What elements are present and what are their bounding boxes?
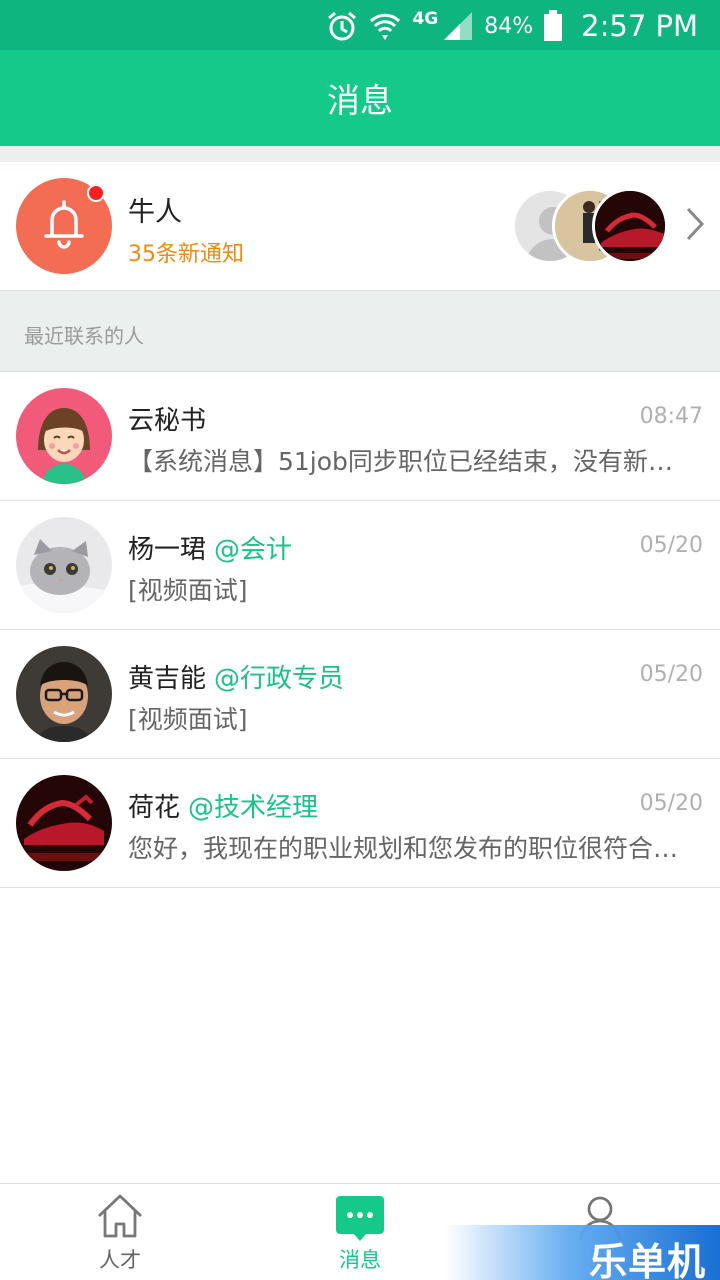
status-bar: 4G 84% 2:57 PM (0, 0, 720, 50)
section-label: 最近联系的人 (24, 324, 144, 348)
message-preview: [视频面试] (128, 576, 248, 605)
avatar (16, 517, 112, 613)
contact-name: 黄吉能 (128, 664, 207, 694)
tab-label: 人才 (99, 1248, 141, 1272)
contact-name: 杨一珺 (128, 535, 207, 565)
chat-list-item[interactable]: 杨一珺 @会计 05/20 [视频面试] (0, 501, 720, 630)
notification-title: 牛人 (128, 197, 182, 228)
contact-tag: @会计 (214, 535, 293, 565)
notification-count: 35条新通知 (128, 242, 244, 267)
message-time: 05/20 (639, 662, 703, 687)
message-time: 08:47 (639, 404, 703, 429)
tab-label: 消息 (339, 1248, 381, 1272)
message-preview: 您好，我现在的职业规划和您发布的职位很符合，希望能进一步沟通 (128, 834, 688, 863)
battery-icon (543, 10, 563, 42)
battery-percent: 84% (484, 13, 534, 39)
message-time: 05/20 (639, 791, 703, 816)
chevron-right-icon (684, 206, 706, 246)
contact-name: 荷花 (128, 793, 181, 823)
chat-list-item[interactable]: 黄吉能 @行政专员 05/20 [视频面试] (0, 630, 720, 759)
tab-messages[interactable]: 消息 (240, 1184, 480, 1280)
app-header: 消息 (0, 50, 720, 146)
contact-tag: @技术经理 (188, 793, 319, 823)
tab-talent[interactable]: 人才 (0, 1184, 240, 1280)
avatar (16, 388, 112, 484)
chat-name-line: 黄吉能 @行政专员 (128, 658, 344, 695)
avatar (592, 188, 668, 264)
chat-bubble-icon (335, 1192, 385, 1246)
avatar (16, 646, 112, 742)
alarm-icon (326, 10, 358, 42)
unread-dot (87, 184, 105, 202)
chat-name-line: 荷花 @技术经理 (128, 787, 318, 824)
home-icon (95, 1192, 145, 1246)
watermark-overlay: 乐单机 (445, 1225, 720, 1280)
chat-name-line: 云秘书 (128, 400, 214, 437)
clock: 2:57 PM (581, 9, 698, 43)
bell-icon (40, 198, 88, 254)
contact-tag: @行政专员 (214, 664, 345, 694)
message-time: 05/20 (639, 533, 703, 558)
chat-list-item[interactable]: 荷花@技术经理 05/20 您好，我现在的职业规划和您发布的职位很符合，希望能进… (0, 759, 720, 888)
watermark-text: 乐单机 (588, 1240, 706, 1280)
message-preview: [视频面试] (128, 705, 248, 734)
chat-name-line: 杨一珺 @会计 (128, 529, 292, 566)
signal-icon (442, 10, 474, 42)
network-type: 4G (412, 9, 439, 29)
wifi-icon (368, 9, 402, 43)
message-preview: 【系统消息】51job同步职位已经结束，没有新增职位 (128, 447, 688, 476)
divider-band (0, 146, 720, 162)
status-icons: 4G 84% 2:57 PM (326, 6, 698, 46)
chat-list-item[interactable]: 云秘书 08:47 【系统消息】51job同步职位已经结束，没有新增职位 (0, 372, 720, 501)
contact-name: 云秘书 (128, 406, 207, 436)
section-header: 最近联系的人 (0, 290, 720, 372)
avatar (16, 775, 112, 871)
page-title: 消息 (327, 81, 393, 120)
notification-row[interactable]: 牛人 35条新通知 (0, 162, 720, 290)
